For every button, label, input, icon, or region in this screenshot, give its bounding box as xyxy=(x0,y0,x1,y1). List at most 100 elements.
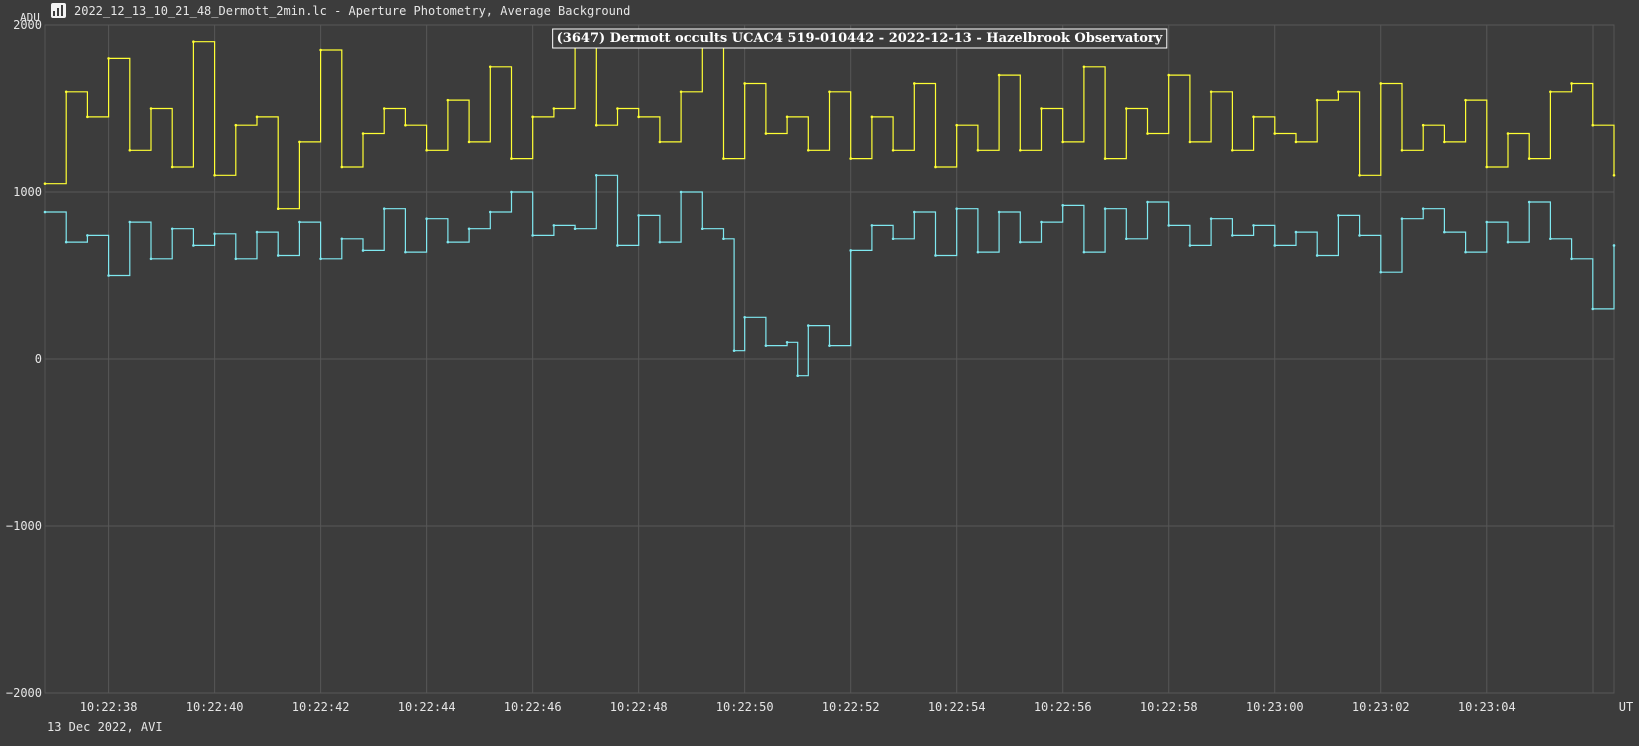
data-point xyxy=(382,107,386,110)
data-point xyxy=(510,190,513,194)
data-point xyxy=(913,82,916,85)
data-point xyxy=(1315,98,1319,102)
data-point xyxy=(298,140,301,144)
data-point xyxy=(764,344,768,347)
data-point xyxy=(637,115,640,119)
data-point xyxy=(488,65,492,69)
data-point xyxy=(446,98,450,102)
data-point xyxy=(531,115,534,119)
data-point xyxy=(637,214,640,217)
data-point xyxy=(319,48,322,52)
data-point xyxy=(679,90,683,94)
x-tick-label: 10:22:58 xyxy=(1140,700,1198,714)
data-point xyxy=(1188,244,1192,247)
data-point xyxy=(340,165,344,169)
y-tick-label: −2000 xyxy=(6,686,42,700)
data-point xyxy=(1146,200,1149,204)
data-point xyxy=(467,140,471,144)
data-point xyxy=(446,240,450,244)
data-point xyxy=(107,57,110,60)
data-point xyxy=(934,254,937,257)
data-point xyxy=(43,182,47,185)
data-point xyxy=(700,227,704,231)
data-point xyxy=(955,123,959,127)
data-point xyxy=(870,224,874,227)
y-tick-label: 2000 xyxy=(13,18,42,32)
data-point xyxy=(934,165,937,169)
data-point xyxy=(955,207,959,210)
footer-date-note: 13 Dec 2022, AVI xyxy=(47,720,163,734)
data-point xyxy=(1188,140,1192,144)
data-point xyxy=(64,240,68,244)
data-point xyxy=(1273,132,1277,135)
data-point xyxy=(796,374,799,378)
data-point xyxy=(1273,244,1277,247)
chart-title: (3647) Dermott occults UCAC4 519-010442 … xyxy=(557,31,1163,46)
data-point xyxy=(1464,250,1467,254)
x-tick-label: 10:22:46 xyxy=(504,700,562,714)
data-point xyxy=(170,165,174,169)
data-point xyxy=(849,157,853,160)
data-point xyxy=(361,249,365,252)
x-tick-label: 10:22:38 xyxy=(80,700,138,714)
data-point xyxy=(1358,234,1361,237)
data-point xyxy=(743,315,746,319)
data-point xyxy=(86,115,89,119)
data-point xyxy=(1103,207,1107,210)
data-point xyxy=(552,224,556,227)
data-point xyxy=(1337,214,1340,217)
data-point xyxy=(1421,207,1425,210)
data-point xyxy=(594,123,598,127)
data-point xyxy=(1019,148,1022,152)
data-point xyxy=(785,341,789,344)
data-point xyxy=(1294,230,1298,234)
data-point xyxy=(732,349,736,352)
data-point xyxy=(1231,234,1234,237)
data-point xyxy=(128,148,132,152)
data-point xyxy=(1443,230,1446,234)
data-point xyxy=(1549,90,1552,94)
data-point xyxy=(1591,123,1595,127)
data-point xyxy=(425,217,428,221)
data-point xyxy=(43,210,47,214)
data-point xyxy=(997,73,1001,77)
data-point xyxy=(1252,115,1255,119)
x-tick-label: 10:22:42 xyxy=(292,700,350,714)
data-point xyxy=(531,234,534,237)
data-point xyxy=(1167,73,1171,77)
data-point xyxy=(785,115,789,119)
data-point xyxy=(806,324,810,327)
data-point xyxy=(149,107,153,110)
data-point xyxy=(276,254,280,257)
data-point xyxy=(1040,220,1043,224)
x-tick-label: 10:23:04 xyxy=(1458,700,1516,714)
data-point xyxy=(1040,107,1043,110)
data-point xyxy=(382,207,386,210)
data-point xyxy=(679,190,683,194)
data-point xyxy=(1082,65,1086,69)
x-tick-label: 10:22:54 xyxy=(928,700,986,714)
data-point xyxy=(913,210,916,214)
data-point xyxy=(552,107,556,110)
data-point xyxy=(404,123,407,127)
data-point xyxy=(149,257,153,261)
data-point xyxy=(1019,240,1022,244)
data-point xyxy=(1082,250,1086,254)
data-point xyxy=(743,82,746,85)
data-point xyxy=(1103,157,1107,160)
data-point xyxy=(722,237,725,241)
data-point xyxy=(828,90,831,94)
data-point xyxy=(298,220,301,224)
x-tick-label: 10:23:00 xyxy=(1246,700,1304,714)
data-point xyxy=(891,148,895,152)
data-point xyxy=(658,240,662,244)
data-point xyxy=(255,230,259,234)
data-point xyxy=(1400,148,1404,152)
data-point xyxy=(425,148,428,152)
data-point xyxy=(1146,132,1149,135)
data-point xyxy=(1464,98,1467,102)
data-point xyxy=(722,157,725,160)
x-tick-label: 10:22:40 xyxy=(186,700,244,714)
data-point xyxy=(573,227,577,231)
data-point xyxy=(64,90,68,94)
